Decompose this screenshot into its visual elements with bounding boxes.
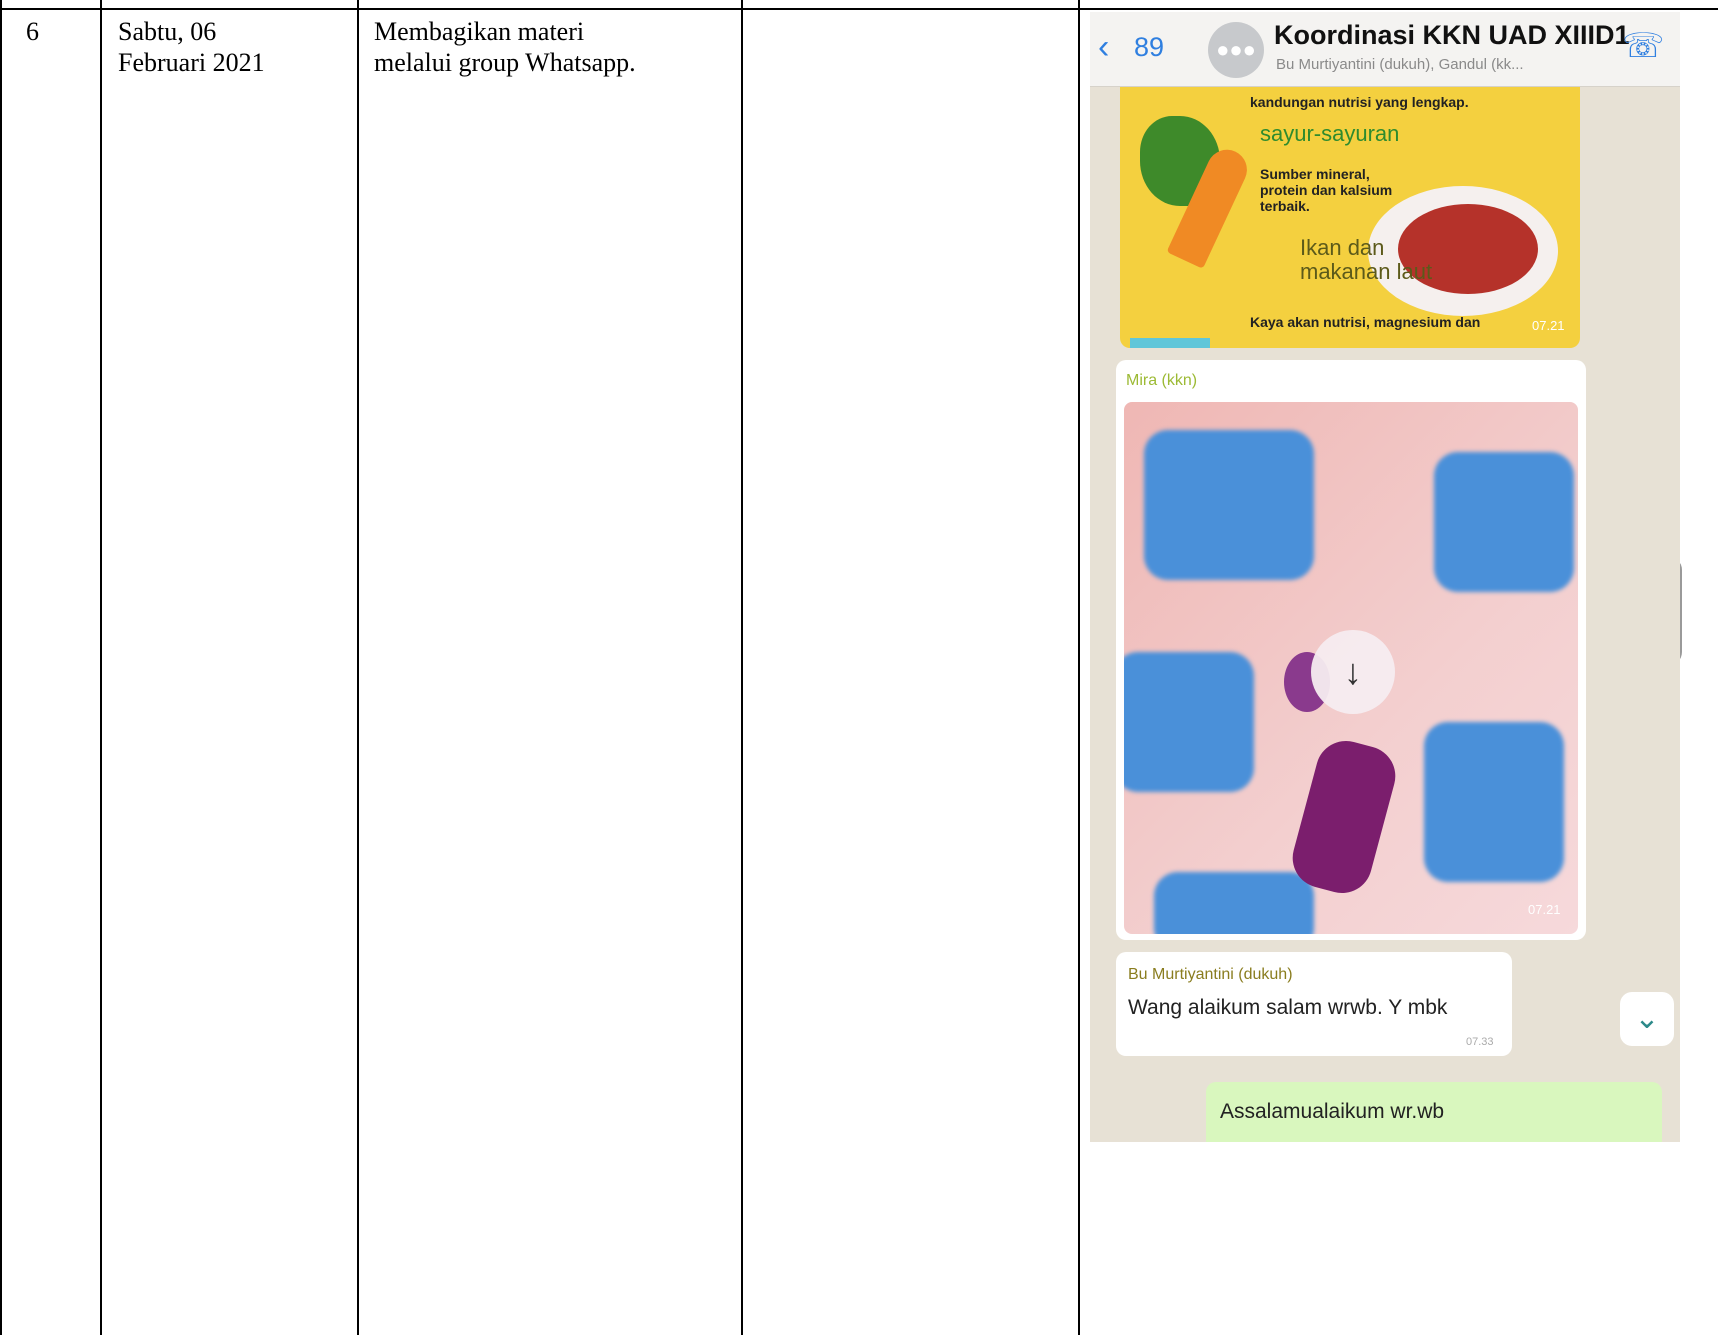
image-text-seafood: Kaya akan nutrisi, magnesium dan: [1250, 314, 1481, 330]
add-call-icon[interactable]: ☏: [1622, 26, 1665, 66]
column-divider-4: [1078, 0, 1080, 1335]
table-border-left: [0, 0, 2, 1335]
column-divider-1: [100, 0, 102, 1335]
column-divider-2: [357, 0, 359, 1335]
message-time: 07.33: [1466, 1036, 1494, 1048]
image-blob: [1434, 452, 1574, 592]
row-number: 6: [26, 17, 39, 46]
table-top-border: [0, 8, 1718, 10]
message-bubble-incoming[interactable]: Mira (kkn) ↓ 07.21: [1116, 360, 1586, 940]
runner-illustration-body: [1285, 734, 1403, 900]
group-members-preview: Bu Murtiyantini (dukuh), Gandul (kk...: [1276, 56, 1524, 73]
scroll-down-chevron-icon[interactable]: ⌄: [1620, 992, 1674, 1046]
group-avatar-icon[interactable]: ●●●: [1208, 22, 1264, 78]
message-sender: Mira (kkn): [1126, 372, 1198, 389]
download-arrow-icon[interactable]: ↓: [1311, 630, 1395, 714]
image-caption-top: kandungan nutrisi yang lengkap.: [1250, 94, 1469, 110]
image-heading-seafood: Ikan dan makanan laut: [1300, 235, 1433, 284]
row-date: Sabtu, 06 Februari 2021: [118, 17, 265, 77]
message-bubble-outgoing[interactable]: Assalamualaikum wr.wb: [1206, 1082, 1662, 1142]
message-bubble-incoming-text[interactable]: Bu Murtiyantini (dukuh) Wang alaikum sal…: [1116, 952, 1512, 1056]
message-sender: Bu Murtiyantini (dukuh): [1128, 966, 1293, 983]
chat-header: ‹ 89 ●●● Koordinasi KKN UAD XIIID1 Bu Mu…: [1090, 12, 1680, 87]
image-blob: [1144, 430, 1314, 580]
message-time: 07.21: [1528, 902, 1561, 917]
image-heading-vegetables: sayur-sayuran: [1260, 121, 1400, 146]
whatsapp-screenshot: kandungan nutrisi yang lengkap. sayur-sa…: [1090, 12, 1680, 1142]
unread-count[interactable]: 89: [1134, 32, 1164, 63]
image-blob: [1154, 872, 1314, 934]
message-text: Wang alaikum salam wrwb. Y mbk: [1128, 996, 1448, 1019]
blurred-image-preview[interactable]: ↓ 07.21: [1124, 402, 1578, 934]
image-thumb-bar: [1130, 338, 1210, 348]
image-message-nutrition[interactable]: kandungan nutrisi yang lengkap. sayur-sa…: [1120, 86, 1580, 348]
message-text: Assalamualaikum wr.wb: [1220, 1100, 1445, 1123]
image-blob: [1424, 722, 1564, 882]
column-divider-3: [741, 0, 743, 1335]
message-time: 07.21: [1532, 318, 1565, 333]
group-name[interactable]: Koordinasi KKN UAD XIIID1: [1274, 20, 1630, 51]
image-text-vegetables: Sumber mineral, protein dan kalsium terb…: [1260, 166, 1393, 214]
back-chevron-icon[interactable]: ‹: [1098, 28, 1109, 66]
image-blob: [1124, 652, 1254, 792]
row-activity: Membagikan materi melalui group Whatsapp…: [374, 17, 636, 77]
